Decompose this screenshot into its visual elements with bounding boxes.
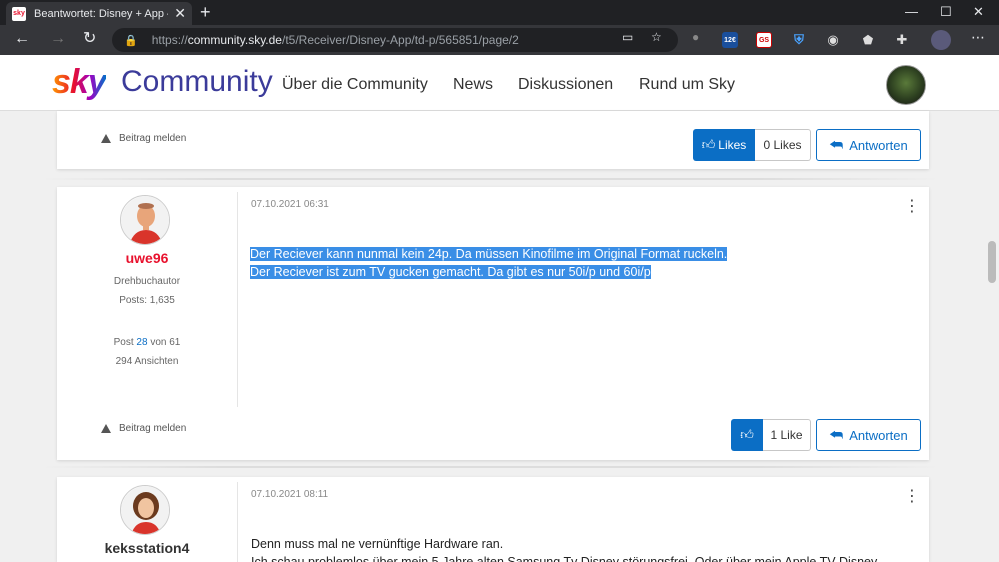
forward-icon[interactable]: → <box>50 30 66 48</box>
post-position-suffix: von 61 <box>150 337 181 348</box>
browser-tab[interactable]: sky Beantwortet: Disney + App – Sei ✕ <box>6 2 192 25</box>
post-options-icon[interactable]: ⋮ <box>904 199 920 215</box>
thumbs-up-icon: 👍︎ <box>701 137 716 152</box>
post-separator <box>40 178 940 180</box>
reply-label: Antworten <box>849 137 908 153</box>
back-icon[interactable]: ← <box>14 30 30 48</box>
site-header: sky Community Über die Community News Di… <box>0 55 999 111</box>
nav-discussions[interactable]: Diskussionen <box>518 76 613 94</box>
browser-toolbar: ← → ↻ 🔒 https://community.sky.de/t5/Rece… <box>0 25 999 55</box>
user-avatar[interactable] <box>886 65 926 105</box>
new-tab-icon[interactable]: + <box>200 3 211 21</box>
post-options-icon[interactable]: ⋮ <box>904 489 920 505</box>
author-divider <box>237 482 238 562</box>
post-body-line: Denn muss mal ne vernünftige Hardware ra… <box>251 537 504 551</box>
price-extension-icon[interactable]: 12€ <box>722 32 738 48</box>
author-divider <box>237 192 238 407</box>
post-card-previous: Beitrag melden 👍︎ Likes 0 Likes ⮪ Antwor… <box>57 111 929 169</box>
more-menu-icon[interactable]: ⋯ <box>971 29 985 46</box>
extensions-puzzle-icon[interactable]: ✚ <box>894 32 910 48</box>
tab-close-icon[interactable]: ✕ <box>174 5 186 22</box>
post-card: uwe96 Drehbuchautor Posts: 1,635 Post 28… <box>57 187 929 460</box>
post-body-line: Der Reciever ist zum TV gucken gemacht. … <box>250 265 651 279</box>
likes-button[interactable]: 👍︎ Likes <box>693 129 755 161</box>
address-bar[interactable]: 🔒 https://community.sky.de/t5/Receiver/D… <box>112 28 678 52</box>
likes-count[interactable]: 0 Likes <box>755 129 811 161</box>
post-separator <box>40 466 940 468</box>
nav-news[interactable]: News <box>453 76 493 94</box>
like-button[interactable]: 👍︎ <box>731 419 763 451</box>
reload-icon[interactable]: ↻ <box>83 30 96 48</box>
browser-tabbar: sky Beantwortet: Disney + App – Sei ✕ + … <box>0 0 999 25</box>
shield-outline-icon[interactable]: ⬟ <box>860 32 876 48</box>
post-position-prefix: Post <box>113 337 134 348</box>
author-post-count: Posts: 1,635 <box>119 295 175 306</box>
pin-extension-icon[interactable]: ● <box>692 30 699 44</box>
post-date: 07.10.2021 08:11 <box>251 489 329 500</box>
report-label: Beitrag melden <box>119 423 187 434</box>
nav-about-sky[interactable]: Rund um Sky <box>639 76 735 94</box>
sky-logo[interactable]: sky <box>52 63 107 102</box>
lock-icon: 🔒 <box>124 34 138 47</box>
post-views: 294 Ansichten <box>115 356 179 367</box>
author-avatar[interactable] <box>120 485 170 535</box>
sky-favicon-icon: sky <box>12 6 26 21</box>
post-position: Post 28 von 61 <box>57 337 237 348</box>
report-post-link[interactable]: Beitrag melden <box>101 423 186 434</box>
thumbs-up-icon: 👍︎ <box>740 427 754 442</box>
author-avatar[interactable] <box>120 195 170 245</box>
reply-button[interactable]: ⮪ Antworten <box>816 129 921 161</box>
likes-count[interactable]: 1 Like <box>763 419 811 451</box>
favorite-star-icon[interactable]: ☆ <box>651 30 662 44</box>
post-body: Der Reciever kann nunmal kein 24p. Da mü… <box>250 245 728 281</box>
minimize-icon[interactable]: — <box>905 4 918 19</box>
nav-about-community[interactable]: Über die Community <box>282 76 428 94</box>
reply-button[interactable]: ⮪ Antworten <box>816 419 921 451</box>
close-window-icon[interactable]: ✕ <box>973 4 984 20</box>
post-date: 07.10.2021 06:31 <box>251 199 329 210</box>
tab-title: Beantwortet: Disney + App – Sei <box>34 7 168 20</box>
shield-extension-icon[interactable]: ⛨ <box>791 32 807 48</box>
page-scrollbar[interactable] <box>984 111 999 562</box>
report-label: Beitrag melden <box>119 133 187 144</box>
warning-icon <box>101 134 111 143</box>
post-card: keksstation4 07.10.2021 08:11 ⋮ Denn mus… <box>57 477 929 562</box>
post-position-link[interactable]: 28 <box>136 337 147 348</box>
author-username[interactable]: uwe96 <box>57 250 237 266</box>
gs-extension-icon[interactable]: GS <box>756 32 772 48</box>
url-text: https://community.sky.de/t5/Receiver/Dis… <box>151 33 519 47</box>
scrollbar-thumb[interactable] <box>988 241 996 283</box>
likes-label: Likes <box>718 138 747 152</box>
author-username[interactable]: keksstation4 <box>57 540 237 556</box>
post-body-line: Der Reciever kann nunmal kein 24p. Da mü… <box>250 247 728 261</box>
post-body-line: Ich schau problemlos über mein 5 Jahre a… <box>251 555 878 562</box>
report-post-link[interactable]: Beitrag melden <box>101 133 186 144</box>
reply-arrow-icon: ⮪ <box>829 136 844 154</box>
reader-mode-icon[interactable]: ▭ <box>622 30 633 44</box>
warning-icon <box>101 424 111 433</box>
maximize-icon[interactable]: ☐ <box>940 4 952 20</box>
author-rank: Drehbuchautor <box>113 276 181 287</box>
reply-label: Antworten <box>849 427 908 443</box>
community-logo-text[interactable]: Community <box>121 65 273 99</box>
reply-arrow-icon: ⮪ <box>829 426 844 444</box>
profile-avatar-icon[interactable] <box>931 30 951 50</box>
post-body: Denn muss mal ne vernünftige Hardware ra… <box>251 535 877 562</box>
disc-extension-icon[interactable]: ◉ <box>825 32 841 48</box>
